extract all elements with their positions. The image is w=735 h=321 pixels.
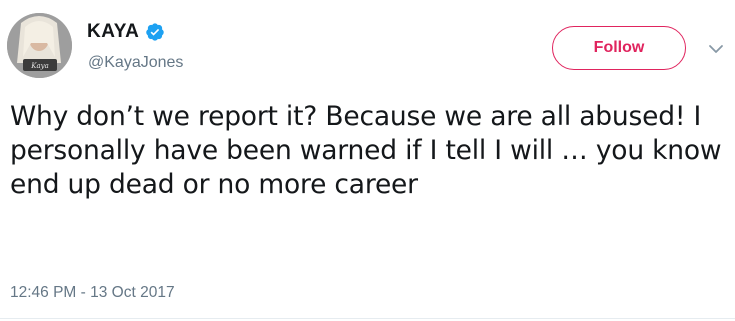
chevron-down-icon[interactable]: [707, 42, 725, 56]
author-display-name[interactable]: KAYA: [87, 21, 139, 43]
verified-badge-icon: [146, 23, 165, 41]
avatar[interactable]: Kaya: [7, 13, 72, 78]
author-handle[interactable]: @KayaJones: [88, 54, 183, 72]
tweet-card: Kaya KAYA @KayaJones Follow Why don’t we…: [0, 0, 735, 321]
author-name-row: KAYA: [87, 21, 165, 43]
avatar-image: Kaya: [7, 13, 72, 78]
avatar-caption: Kaya: [30, 62, 49, 70]
tweet-timestamp[interactable]: 12:46 PM - 13 Oct 2017: [10, 284, 175, 302]
divider: [0, 318, 735, 319]
tweet-text: Why don’t we report it? Because we are a…: [10, 101, 722, 200]
follow-button[interactable]: Follow: [552, 26, 686, 70]
